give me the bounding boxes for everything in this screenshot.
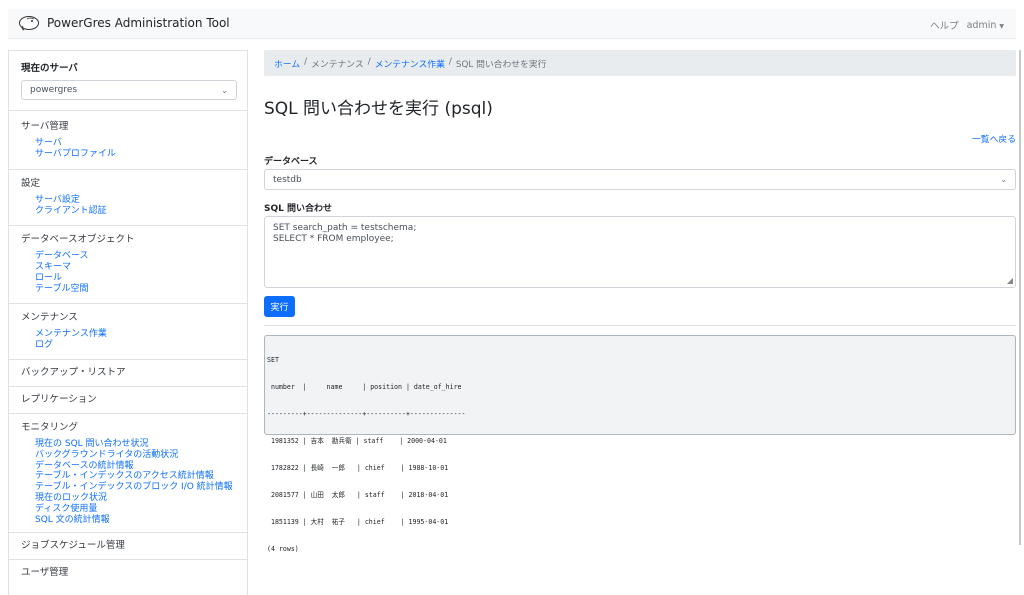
result-line: number | name | position | date_of_hire — [267, 383, 462, 391]
query-line: SELECT * FROM employee; — [273, 234, 394, 244]
breadcrumb: ホーム / メンテナンス / メンテナンス作業 / SQL 問い合わせを実行 — [264, 50, 1016, 76]
top-navbar: PowerGres Administration Tool ヘルプ admin ▼ — [8, 9, 1016, 39]
query-result-output: SET number | name | position | date_of_h… — [264, 335, 1016, 553]
server-select-value: powergres — [30, 85, 78, 95]
database-select[interactable]: testdb ⌄ — [264, 169, 1016, 190]
sidebar: 現在のサーバ powergres ⌄ サーバ管理 サーバ サーバプロファイル 設… — [8, 50, 248, 595]
breadcrumb-current: SQL 問い合わせを実行 — [455, 60, 547, 70]
sidebar-item-client-auth[interactable]: クライアント認証 — [35, 206, 235, 217]
breadcrumb-separator: / — [304, 57, 308, 67]
database-label: データベース — [264, 157, 318, 167]
query-label: SQL 問い合わせ — [264, 204, 333, 214]
resize-handle-icon[interactable]: ◢ — [1007, 275, 1013, 286]
sidebar-item-user-management[interactable]: ユーザ管理 — [21, 567, 235, 579]
server-select[interactable]: powergres ⌄ — [21, 80, 237, 100]
sql-query-textarea[interactable]: SET search_path = testschema; SELECT * F… — [264, 216, 1016, 288]
page-scrollbar[interactable] — [1019, 50, 1021, 545]
sidebar-section-db-objects: データベースオブジェクト データベース スキーマ ロール テーブル空間 — [9, 226, 247, 304]
sidebar-item-table-io-stats[interactable]: テーブル・インデックスのブロック I/O 統計情報 — [35, 482, 235, 493]
result-line: 2081577 | 山田 太郎 | staff | 2018-04-01 — [267, 491, 449, 499]
result-line: 1782822 | 長崎 一郎 | chief | 1988-10-01 — [267, 464, 449, 472]
result-line: 1981352 | 吉本 勘兵衛 | staff | 2000-04-01 — [267, 437, 447, 445]
elephant-logo-icon — [19, 16, 39, 31]
help-link[interactable]: ヘルプ — [930, 18, 959, 32]
sidebar-item-tablespace[interactable]: テーブル空間 — [35, 284, 235, 295]
nav-right: ヘルプ admin ▼ — [930, 18, 1004, 33]
sidebar-item-maintenance-tasks[interactable]: メンテナンス作業 — [35, 329, 235, 340]
sidebar-item-sql-stats[interactable]: SQL 文の統計情報 — [35, 515, 235, 526]
sidebar-header: 設定 — [21, 178, 41, 189]
sidebar-item-server-settings[interactable]: サーバ設定 — [35, 195, 235, 206]
sidebar-item-bgwriter[interactable]: バックグラウンドライタの活動状況 — [35, 450, 235, 461]
sidebar-item-db-stats[interactable]: データベースの統計情報 — [35, 461, 235, 472]
query-line: SET search_path = testschema; — [273, 223, 417, 233]
sidebar-item-database[interactable]: データベース — [35, 251, 235, 262]
sidebar-item-job-schedule[interactable]: ジョブスケジュール管理 — [21, 540, 235, 552]
caret-down-icon: ▼ — [999, 22, 1004, 30]
current-server-title: 現在のサーバ — [21, 63, 78, 74]
database-select-value: testdb — [273, 174, 302, 185]
sidebar-item-logs[interactable]: ログ — [35, 340, 235, 351]
sidebar-item-current-queries[interactable]: 現在の SQL 問い合わせ状況 — [35, 439, 235, 450]
page-title: SQL 問い合わせを実行 (psql) — [264, 99, 493, 119]
chevron-down-icon: ⌄ — [221, 85, 228, 95]
sidebar-item-role[interactable]: ロール — [35, 273, 235, 284]
sidebar-item-table-access-stats[interactable]: テーブル・インデックスのアクセス統計情報 — [35, 471, 235, 482]
sidebar-header: サーバ管理 — [21, 121, 69, 132]
chevron-down-icon: ⌄ — [1000, 175, 1007, 184]
result-line: SET — [267, 356, 279, 364]
sidebar-section-replication[interactable]: レプリケーション — [9, 387, 247, 414]
sidebar-item-replication[interactable]: レプリケーション — [21, 394, 235, 406]
sidebar-section-settings: 設定 サーバ設定 クライアント認証 — [9, 170, 247, 226]
brand[interactable]: PowerGres Administration Tool — [18, 15, 230, 31]
sidebar-section-server: サーバ管理 サーバ サーバプロファイル — [9, 111, 247, 170]
sidebar-header: データベースオブジェクト — [21, 234, 135, 245]
back-to-list-link[interactable]: 一覧へ戻る — [972, 132, 1016, 145]
sidebar-item-backup-restore[interactable]: バックアップ・リストア — [21, 367, 235, 379]
result-line: 1851139 | 大村 祐子 | chief | 1995-04-01 — [267, 518, 449, 526]
user-menu[interactable]: admin ▼ — [967, 20, 1004, 31]
breadcrumb-home[interactable]: ホーム — [274, 57, 300, 70]
sidebar-header: モニタリング — [21, 422, 79, 433]
sidebar-item-server-profile[interactable]: サーバプロファイル — [35, 149, 235, 160]
app-title: PowerGres Administration Tool — [47, 16, 230, 30]
sidebar-item-disk-usage[interactable]: ディスク使用量 — [35, 504, 235, 515]
sidebar-item-locks[interactable]: 現在のロック状況 — [35, 493, 235, 504]
breadcrumb-maintenance: メンテナンス — [311, 60, 364, 70]
breadcrumb-separator: / — [448, 57, 452, 67]
user-name: admin — [966, 19, 997, 31]
sidebar-item-server[interactable]: サーバ — [35, 138, 235, 149]
sidebar-section-jobs[interactable]: ジョブスケジュール管理 — [9, 533, 247, 561]
sidebar-section-backup[interactable]: バックアップ・リストア — [9, 360, 247, 387]
main-content: ホーム / メンテナンス / メンテナンス作業 / SQL 問い合わせを実行 S… — [264, 50, 1016, 595]
sidebar-section-users[interactable]: ユーザ管理 — [9, 560, 247, 586]
breadcrumb-maintenance-tasks[interactable]: メンテナンス作業 — [375, 57, 445, 70]
sidebar-section-maintenance: メンテナンス メンテナンス作業 ログ — [9, 304, 247, 360]
divider — [264, 325, 1016, 326]
breadcrumb-separator: / — [367, 57, 371, 67]
current-server-panel: 現在のサーバ powergres ⌄ — [9, 51, 247, 111]
sidebar-header: メンテナンス — [21, 312, 78, 323]
result-line: (4 rows) — [267, 545, 299, 553]
sidebar-section-monitoring: モニタリング 現在の SQL 問い合わせ状況 バックグラウンドライタの活動状況 … — [9, 414, 247, 534]
run-button[interactable]: 実行 — [264, 296, 295, 317]
sidebar-item-schema[interactable]: スキーマ — [35, 262, 235, 273]
result-line: ---------+--------------+----------+----… — [267, 410, 466, 418]
